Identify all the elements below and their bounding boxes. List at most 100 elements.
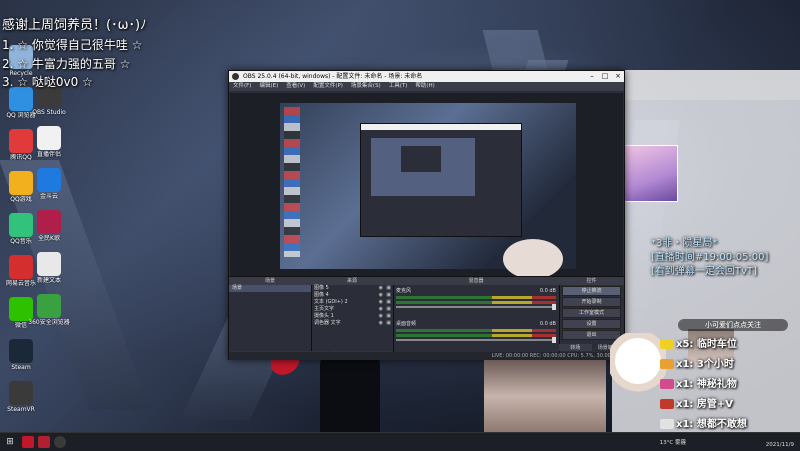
obs-menu-item[interactable]: 帮助(H) <box>411 83 438 89</box>
stream-info-line3: [看到弹幕一定会回TvT] <box>651 266 757 277</box>
desktop-shortcut-label: 直播伴侣 <box>36 151 61 158</box>
obs-menu-item[interactable]: 工具(T) <box>385 83 412 89</box>
desktop-shortcut[interactable]: 新建文本 <box>28 252 70 284</box>
tray-date[interactable]: 2021/11/9 <box>766 442 794 448</box>
gift-icon <box>660 419 674 429</box>
obs-menu-item[interactable]: 配置文件(P) <box>309 83 347 89</box>
source-item[interactable]: 图像 4 ◉ ▣ <box>311 292 393 299</box>
volume-slider-knob[interactable] <box>552 304 556 310</box>
side-panel-header <box>612 70 800 100</box>
desktop-shortcut[interactable]: 360安全浏览器 <box>28 294 70 326</box>
taskbar-app-icon[interactable] <box>38 436 50 448</box>
close-icon[interactable]: × <box>612 71 624 82</box>
obs-logo-icon <box>232 73 239 80</box>
visibility-eye-icon[interactable]: ◉ <box>379 299 383 306</box>
source-item[interactable]: 图像 5 ◉ ▣ <box>311 285 393 292</box>
desktop-shortcut-label: OBS Studio <box>32 109 66 116</box>
lock-icon[interactable]: ▣ <box>386 313 391 320</box>
desktop-shortcut-label: 全民K歌 <box>38 235 60 242</box>
desktop-shortcut-icon <box>9 381 33 405</box>
gift-entry: x1: 3个小时 <box>660 355 734 370</box>
source-item-label: 摄像头 1 <box>314 313 334 319</box>
desktop-shortcut[interactable]: 金斗云 <box>28 168 70 200</box>
gift-label: x1: 房管+V <box>676 399 734 410</box>
lock-icon[interactable]: ▣ <box>386 299 391 306</box>
mixer-header: 混音器 <box>393 277 559 285</box>
visibility-eye-icon[interactable]: ◉ <box>379 306 383 313</box>
visibility-eye-icon[interactable]: ◉ <box>379 313 383 320</box>
source-item-label: 文本 (GDI+) 2 <box>314 299 348 305</box>
nested-obs-capture <box>360 123 522 237</box>
obs-dock-panels: 场景 场景 +−∧∨ 来源 图像 5◉▣图像 4◉▣文本 (GDI+) 2◉▣主… <box>229 276 624 360</box>
gift-icon <box>660 399 674 409</box>
desktop-shortcut[interactable]: SteamVR <box>0 381 42 413</box>
gift-entry: x5: 临时车位 <box>660 335 737 350</box>
source-item[interactable]: 文本 (GDI+) 2 ◉ ▣ <box>311 299 393 306</box>
obs-titlebar[interactable]: OBS 25.0.4 (64-bit, windows) - 配置文件: 未命名… <box>229 71 624 82</box>
nested-preview-inner <box>401 146 441 172</box>
gift-label: x1: 神秘礼物 <box>676 379 737 390</box>
lock-icon[interactable]: ▣ <box>386 306 391 313</box>
sources-panel: 来源 图像 5 ◉ ▣ 图像 4 ◉ ▣ 文本 (GDI+) 2 ◉ ▣ 主页文字 ◉ ▣ 摄像头 1 ◉… <box>311 277 394 360</box>
follow-banner: 小可爱们点点关注 <box>678 319 788 331</box>
lock-icon[interactable]: ▣ <box>386 292 391 299</box>
mixer-channel: 麦克风 0.0 dB <box>393 285 559 318</box>
gift-icon <box>660 359 674 369</box>
gift-icon <box>660 379 674 389</box>
overlay-rank-3: 3. ☆ 哒哒0v0 ☆ <box>2 75 93 89</box>
stream-promo-image[interactable] <box>620 145 678 202</box>
transition-tab[interactable]: 转场 <box>559 344 592 351</box>
volume-meter <box>396 329 556 332</box>
source-item[interactable]: 调色器 文字 ◉ ▣ <box>311 320 393 327</box>
taskbar-obs-icon[interactable] <box>54 436 66 448</box>
desktop-shortcut[interactable]: Steam <box>0 339 42 371</box>
desktop-shortcut-label: 金斗云 <box>39 193 58 200</box>
desktop-shortcut-icon <box>37 168 61 192</box>
overlay-rank-2: 2. ☆ 牛富力强的五哥 ☆ <box>2 57 131 71</box>
control-button[interactable]: 工作室模式 <box>562 308 621 318</box>
volume-slider[interactable] <box>396 304 556 310</box>
desktop-shortcut[interactable]: 直播伴侣 <box>28 126 70 158</box>
visibility-eye-icon[interactable]: ◉ <box>379 285 383 292</box>
control-button[interactable]: 开始录制 <box>562 297 621 307</box>
control-button[interactable]: 设置 <box>562 319 621 329</box>
maximize-icon[interactable]: □ <box>599 71 611 82</box>
desktop-shortcut[interactable]: 全民K歌 <box>28 210 70 242</box>
source-item-label: 调色器 文字 <box>314 320 341 326</box>
lock-icon[interactable]: ▣ <box>386 320 391 327</box>
source-item[interactable]: 摄像头 1 ◉ ▣ <box>311 313 393 320</box>
lock-icon[interactable]: ▣ <box>386 285 391 292</box>
obs-menu-item[interactable]: 文件(F) <box>229 83 255 89</box>
minimize-icon[interactable]: – <box>586 71 598 82</box>
control-button[interactable]: 停止推流 <box>562 286 621 296</box>
overlay-rank-1: 1. ☆ 你觉得自己很牛哇 ☆ <box>2 38 143 52</box>
stream-info-line1: *3非・陨星局* <box>651 238 718 249</box>
mixer-channel-name: 麦克风 <box>396 288 412 294</box>
preview-desktop-icons <box>284 107 300 257</box>
volume-slider[interactable] <box>396 337 556 343</box>
scene-item[interactable]: 场景 <box>229 285 311 292</box>
taskbar-app-icon[interactable] <box>22 436 34 448</box>
scenes-header: 场景 <box>229 277 311 285</box>
sources-list: 图像 5 ◉ ▣ 图像 4 ◉ ▣ 文本 (GDI+) 2 ◉ ▣ 主页文字 ◉ ▣ 摄像头 1 ◉ ▣ 调色… <box>311 285 393 327</box>
desktop-shortcut-icon <box>37 210 61 234</box>
source-item[interactable]: 主页文字 ◉ ▣ <box>311 306 393 313</box>
windows-start-icon[interactable]: ⊞ <box>4 436 16 448</box>
controls-list: 停止推流 开始录制 工作室模式 设置 退出 <box>559 286 624 340</box>
visibility-eye-icon[interactable]: ◉ <box>379 292 383 299</box>
desktop-shortcut-label: Steam <box>11 364 31 371</box>
desktop-shortcut-icon <box>37 294 61 318</box>
obs-menu-item[interactable]: 编辑(E) <box>255 83 282 89</box>
preview-mascot <box>503 239 563 279</box>
obs-window[interactable]: OBS 25.0.4 (64-bit, windows) - 配置文件: 未命名… <box>228 70 734 365</box>
mixer-channel-name: 桌面音频 <box>396 321 417 327</box>
weather-readout[interactable]: 13°C 雾霾 <box>660 438 686 446</box>
obs-menu-item[interactable]: 场景集合(S) <box>347 83 385 89</box>
gift-label: x5: 临时车位 <box>676 339 737 350</box>
volume-slider-knob[interactable] <box>552 337 556 343</box>
obs-menu-item[interactable]: 查看(V) <box>282 83 309 89</box>
visibility-eye-icon[interactable]: ◉ <box>379 320 383 327</box>
scenes-list: 场景 <box>229 285 311 292</box>
mixer-list: 麦克风 0.0 dB 桌面音频 0.0 dB <box>393 285 559 351</box>
source-item-label: 图像 4 <box>314 292 329 298</box>
